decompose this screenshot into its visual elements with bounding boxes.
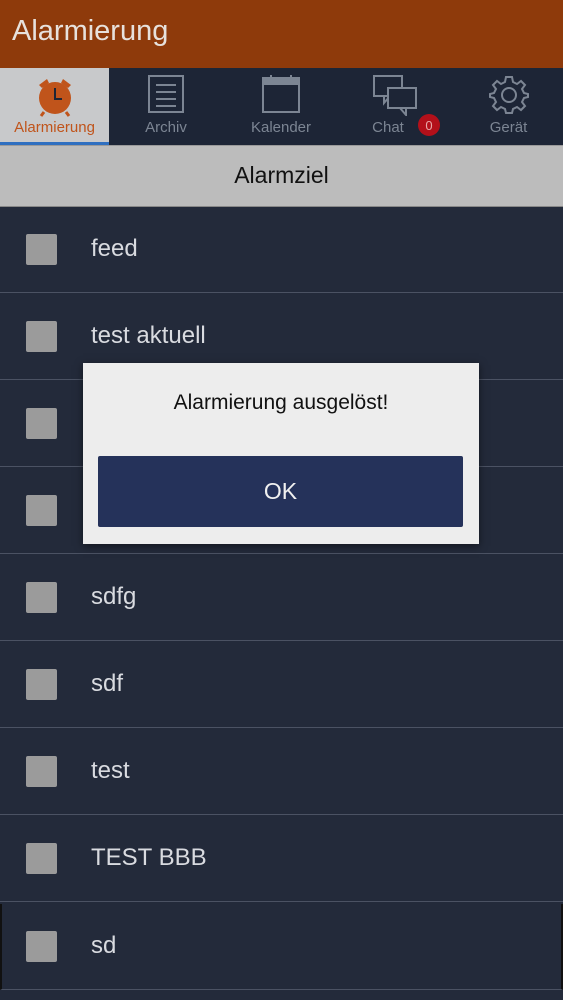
section-header: Alarmziel bbox=[0, 145, 563, 207]
list-item[interactable]: sd bbox=[0, 904, 563, 990]
tab-bar: Alarmierung Archiv Kalender Chat 0 Gerät bbox=[0, 68, 563, 145]
list-item-label: feed bbox=[91, 235, 138, 262]
app-title: Alarmierung bbox=[12, 15, 169, 47]
tab-label: Alarmierung bbox=[14, 119, 95, 136]
list-item-label: sd bbox=[91, 932, 117, 959]
app-title-bar: Alarmierung bbox=[0, 0, 563, 68]
gear-icon bbox=[488, 74, 530, 120]
alert-dialog: Alarmierung ausgelöst! OK bbox=[83, 363, 479, 544]
list-item[interactable]: sdfg bbox=[0, 555, 563, 641]
list-item[interactable]: sdf bbox=[0, 642, 563, 728]
archive-list-icon bbox=[146, 74, 186, 118]
checkbox[interactable] bbox=[26, 495, 57, 526]
list-item-label: test aktuell bbox=[91, 322, 206, 349]
list-item-label: TEST BBB bbox=[91, 844, 207, 871]
chat-unread-badge: 0 bbox=[418, 114, 440, 136]
list-item-label: test bbox=[91, 757, 130, 784]
checkbox[interactable] bbox=[26, 321, 57, 352]
tab-label: Archiv bbox=[145, 119, 187, 136]
checkbox[interactable] bbox=[26, 669, 57, 700]
chat-icon bbox=[372, 74, 418, 120]
calendar-icon bbox=[261, 74, 301, 118]
checkbox[interactable] bbox=[26, 408, 57, 439]
checkbox[interactable] bbox=[26, 931, 57, 962]
alarm-clock-icon bbox=[33, 74, 77, 122]
checkbox[interactable] bbox=[26, 234, 57, 265]
checkbox[interactable] bbox=[26, 756, 57, 787]
section-title: Alarmziel bbox=[234, 162, 329, 188]
tab-chat[interactable]: Chat 0 bbox=[342, 68, 448, 145]
ok-button[interactable]: OK bbox=[98, 456, 463, 527]
tab-geraet[interactable]: Gerät bbox=[454, 68, 563, 145]
tab-archiv[interactable]: Archiv bbox=[112, 68, 220, 145]
tab-kalender[interactable]: Kalender bbox=[225, 68, 337, 145]
checkbox[interactable] bbox=[26, 582, 57, 613]
list-item[interactable]: TEST BBB bbox=[0, 816, 563, 902]
checkbox[interactable] bbox=[26, 843, 57, 874]
list-item-label: sdf bbox=[91, 670, 124, 697]
list-item[interactable]: test bbox=[0, 729, 563, 815]
list-item-label: sdfg bbox=[91, 583, 137, 610]
tab-alarmierung[interactable]: Alarmierung bbox=[0, 68, 109, 145]
dialog-message: Alarmierung ausgelöst! bbox=[173, 391, 389, 414]
list-item[interactable]: feed bbox=[0, 207, 563, 293]
tab-label: Kalender bbox=[250, 119, 312, 136]
tab-label: Gerät bbox=[489, 119, 528, 136]
